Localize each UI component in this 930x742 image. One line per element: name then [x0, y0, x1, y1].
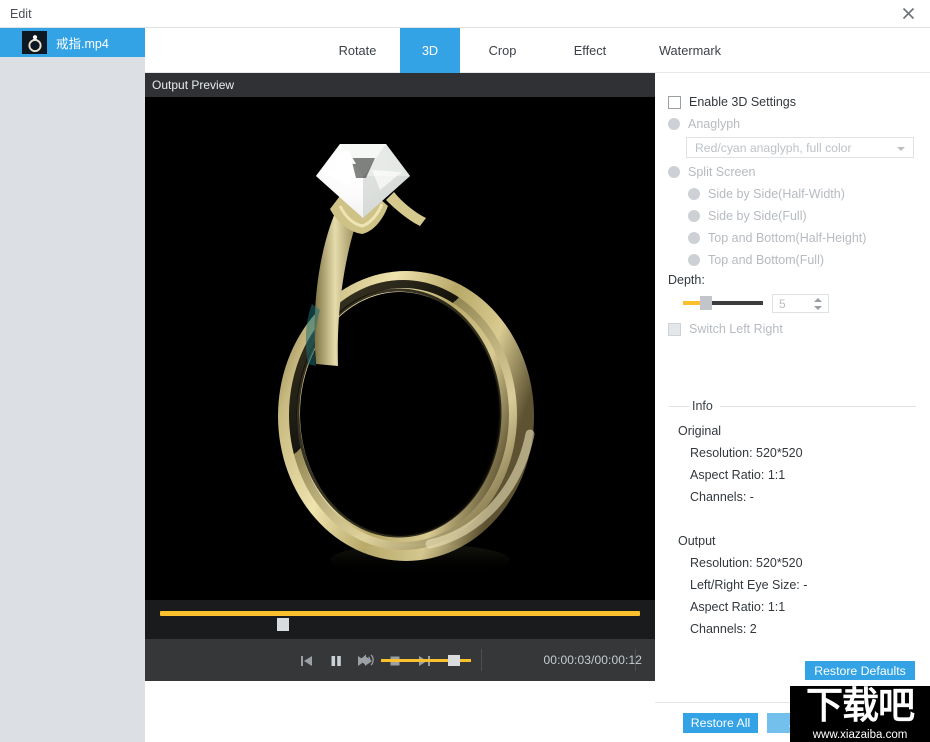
player-controls: 00:00:03/00:00:12: [145, 639, 655, 681]
anaglyph-mode-value: Red/cyan anaglyph, full color: [695, 141, 852, 155]
site-watermark-text: 下载吧: [806, 686, 915, 727]
output-preview-panel: Output Preview 00:00:03/00:00:12: [145, 73, 655, 702]
split-screen-row[interactable]: Split Screen: [668, 165, 755, 179]
controls-divider-left: [481, 649, 482, 671]
tab-watermark[interactable]: Watermark: [635, 28, 745, 73]
enable-3d-settings-label: Enable 3D Settings: [689, 95, 797, 109]
title-bar: Edit: [0, 0, 930, 28]
anaglyph-mode-select[interactable]: Red/cyan anaglyph, full color: [686, 137, 914, 158]
top-and-bottom-half-height-radio[interactable]: [688, 232, 700, 244]
preview-header: Output Preview: [145, 73, 655, 97]
volume-icon: [359, 654, 374, 666]
side-by-side-half-width-radio[interactable]: [688, 188, 700, 200]
side-by-side-full-label: Side by Side(Full): [708, 209, 807, 223]
info-output-eye-size: Left/Right Eye Size: -: [690, 578, 808, 592]
anaglyph-label: Anaglyph: [688, 117, 741, 131]
depth-stepper[interactable]: 5: [772, 294, 829, 313]
info-output-aspect-ratio: Aspect Ratio: 1:1: [690, 600, 786, 614]
ring-video-thumbnail-icon: [27, 34, 42, 52]
caret-up-icon[interactable]: [814, 298, 822, 302]
tab-effect[interactable]: Effect: [545, 28, 635, 73]
split-screen-label: Split Screen: [688, 165, 756, 179]
top-and-bottom-half-height-label: Top and Bottom(Half-Height): [708, 231, 867, 245]
site-watermark-url: www.xiazaiba.com: [812, 729, 908, 741]
info-divider-right: [720, 406, 916, 407]
info-original-resolution: Resolution: 520*520: [690, 446, 803, 460]
anaglyph-row[interactable]: Anaglyph: [668, 117, 740, 131]
info-original-heading: Original: [678, 424, 722, 438]
info-original-channels: Channels: -: [690, 490, 754, 504]
pause-icon: [331, 655, 341, 666]
info-group-title: Info: [692, 399, 713, 413]
tab-bar: Rotate 3D Crop Effect Watermark: [145, 28, 930, 73]
depth-value: 5: [779, 297, 786, 311]
volume-thumb[interactable]: [448, 655, 460, 666]
info-output-channels: Channels: 2: [690, 622, 757, 636]
edit-window: Edit 戒指.mp4 Rotate 3D Crop Effect Waterm…: [0, 0, 930, 742]
split-option-side-by-side-half-width[interactable]: Side by Side(Half-Width): [688, 187, 845, 201]
restore-defaults-button[interactable]: Restore Defaults: [805, 661, 915, 680]
split-option-top-and-bottom-full[interactable]: Top and Bottom(Full): [688, 253, 824, 267]
info-original-aspect-ratio: Aspect Ratio: 1:1: [690, 468, 786, 482]
info-output-heading: Output: [678, 534, 716, 548]
tab-rotate[interactable]: Rotate: [315, 28, 400, 73]
side-by-side-half-width-label: Side by Side(Half-Width): [708, 187, 845, 201]
enable-3d-settings-checkbox[interactable]: [668, 95, 681, 109]
info-output-resolution: Resolution: 520*520: [690, 556, 803, 570]
preview-footer-spacer: [145, 681, 655, 702]
depth-label: Depth:: [668, 273, 705, 287]
info-divider-left: [669, 406, 689, 407]
window-title: Edit: [10, 7, 32, 21]
previous-button[interactable]: [296, 651, 315, 670]
split-screen-radio[interactable]: [668, 166, 680, 178]
ring-video-thumbnail: [22, 31, 47, 54]
split-option-top-and-bottom-half-height[interactable]: Top and Bottom(Half-Height): [688, 231, 866, 245]
anaglyph-radio[interactable]: [668, 118, 680, 130]
chevron-down-icon: [897, 147, 905, 151]
caret-down-icon[interactable]: [814, 306, 822, 310]
top-and-bottom-full-radio[interactable]: [688, 254, 700, 266]
seek-slider[interactable]: [160, 611, 640, 631]
enable-3d-settings-row[interactable]: Enable 3D Settings: [668, 95, 796, 109]
side-by-side-full-radio[interactable]: [688, 210, 700, 222]
pause-button[interactable]: [326, 651, 345, 670]
close-icon: [902, 7, 914, 20]
preview-header-label: Output Preview: [152, 78, 235, 92]
list-item[interactable]: 戒指.mp4: [0, 28, 145, 57]
switch-left-right-row[interactable]: Switch Left Right: [668, 322, 783, 336]
switch-left-right-label: Switch Left Right: [689, 322, 783, 336]
tab-3d[interactable]: 3D: [400, 28, 460, 73]
tab-crop[interactable]: Crop: [460, 28, 545, 73]
site-watermark: 下载吧 www.xiazaiba.com: [790, 686, 930, 742]
volume-button[interactable]: [358, 652, 376, 668]
depth-slider[interactable]: [683, 296, 763, 310]
time-display: 00:00:03/00:00:12: [543, 653, 642, 667]
restore-all-button[interactable]: Restore All: [683, 713, 758, 733]
depth-slider-thumb[interactable]: [700, 296, 712, 310]
list-item-label: 戒指.mp4: [56, 37, 109, 51]
top-and-bottom-full-label: Top and Bottom(Full): [708, 253, 825, 267]
seek-bar-row: [145, 600, 655, 639]
close-button[interactable]: [886, 0, 930, 27]
split-option-side-by-side-full[interactable]: Side by Side(Full): [688, 209, 807, 223]
switch-left-right-checkbox[interactable]: [668, 322, 681, 336]
file-list-sidebar: 戒指.mp4: [0, 28, 145, 742]
seek-thumb[interactable]: [277, 618, 289, 631]
diamond-ring-illustration: [278, 143, 535, 576]
video-stage[interactable]: [145, 97, 655, 600]
skip-previous-icon: [300, 655, 312, 666]
video-frame-image: [220, 114, 580, 584]
